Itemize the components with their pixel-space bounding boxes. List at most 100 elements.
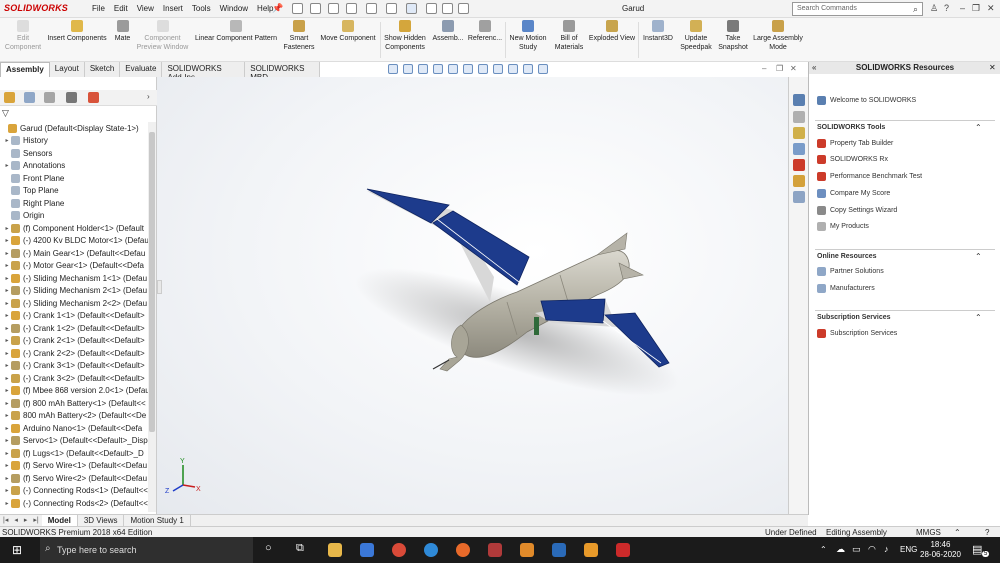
expand-arrow-icon[interactable]: ▸ [3,425,11,432]
open-folder-icon[interactable] [328,3,339,14]
display-manager-tab-icon[interactable] [88,92,99,103]
view-orientation-icon[interactable] [463,64,473,74]
expand-arrow-icon[interactable]: ▸ [3,400,11,407]
expand-arrow-icon[interactable]: ▸ [3,362,11,369]
expand-arrow-icon[interactable]: ▸ [3,475,11,482]
tree-node[interactable]: ▸ (-) Sliding Mechanism 2<2> (Defau [3,297,147,309]
resources-home-icon[interactable] [793,94,805,106]
display-style-icon[interactable] [478,64,488,74]
tree-node[interactable]: ▸ (f) Lugs<1> (Default<<Default>_D [3,447,144,459]
undo-icon[interactable] [386,3,397,14]
tree-node[interactable]: ▸ (-) Crank 1<2> (Default<<Default> [3,322,145,334]
print-icon[interactable] [366,3,377,14]
instant3d-button[interactable]: Instant3D [640,20,676,60]
wifi-icon[interactable]: ◠ [868,544,876,555]
file-explorer-icon[interactable] [793,127,805,139]
units-selector[interactable]: MMGS [916,528,941,537]
file-explorer-icon[interactable] [328,543,342,557]
section-view-icon[interactable] [433,64,443,74]
apply-scene-icon[interactable] [523,64,533,74]
firefox-icon[interactable] [456,543,470,557]
user-icon[interactable]: ♙ [930,3,938,14]
panel-collapse-handle[interactable] [157,280,162,294]
tree-node[interactable]: ▸ (-) 4200 Kv BLDC Motor<1> (Defau [3,235,148,247]
minimize-icon[interactable]: – [960,3,965,13]
compare-score-link[interactable]: Compare My Score [817,189,890,198]
options-gear-icon[interactable] [458,3,469,14]
expand-arrow-icon[interactable]: ▸ [3,387,11,394]
dimxpert-manager-tab-icon[interactable] [66,92,77,103]
battery-icon[interactable]: ▭ [852,544,861,555]
units-dropdown-icon[interactable]: ⌃ [954,528,961,537]
insert-components-button[interactable]: Insert Components [45,20,109,60]
take-snapshot-button[interactable]: Take Snapshot [716,20,750,60]
tree-node[interactable]: ▸ (-) Crank 2<2> (Default<<Default> [3,347,145,359]
tree-node[interactable]: ▸ Servo<1> (Default<<Default>_Disp [3,435,148,447]
show-hidden-tray-icon[interactable]: ⌃ [820,545,827,554]
prev-tab-icon[interactable]: ◂ [11,515,21,526]
viewport-restore-icon[interactable]: ❐ [776,64,783,73]
tab-model[interactable]: Model [41,515,78,526]
reference-geometry-button[interactable]: Referenc... [466,20,504,60]
property-tab-builder-link[interactable]: Property Tab Builder [817,139,893,148]
welcome-link[interactable]: Welcome to SOLIDWORKS [817,96,916,105]
tree-node[interactable]: Top Plane [3,185,59,197]
tab-motion-study[interactable]: Motion Study 1 [124,515,191,526]
select-arrow-icon[interactable] [406,3,417,14]
expand-arrow-icon[interactable]: ▸ [3,300,11,307]
notifications-icon[interactable]: ▤ [972,543,982,556]
solidworks-logo[interactable]: SOLIDWORKS [4,3,68,13]
previous-view-icon[interactable] [418,64,428,74]
volume-icon[interactable]: ♪ [884,544,889,554]
tab-assembly[interactable]: Assembly [0,62,50,77]
show-hidden-components-button[interactable]: Show Hidden Components [382,20,428,60]
task-view-icon[interactable]: ⧉ [296,542,304,555]
expand-arrow-icon[interactable]: ▸ [3,250,11,257]
move-component-button[interactable]: Move Component [318,20,378,60]
zoom-to-fit-icon[interactable] [388,64,398,74]
edit-component-button[interactable]: Edit Component [2,20,44,60]
app-icon[interactable] [552,543,566,557]
tree-node[interactable]: ▸ (-) Crank 2<1> (Default<<Default> [3,335,145,347]
my-products-link[interactable]: My Products [817,222,869,231]
tree-node[interactable]: ▸ (f) Servo Wire<2> (Default<<Defau [3,472,147,484]
network-icon[interactable]: ☁ [836,544,845,555]
expand-arrow-icon[interactable]: ▸ [3,375,11,382]
tab-sketch[interactable]: Sketch [84,62,121,77]
tree-node[interactable]: Sensors [3,147,52,159]
view-settings-icon[interactable] [538,64,548,74]
tree-node[interactable]: Origin [3,210,44,222]
tree-node[interactable]: Front Plane [3,172,64,184]
expand-arrow-icon[interactable]: ▸ [3,450,11,457]
assembly-features-button[interactable]: Assemb... [430,20,466,60]
appearances-icon[interactable] [793,159,805,171]
tree-node[interactable]: ▸ History [3,135,48,147]
partner-solutions-link[interactable]: Partner Solutions [817,267,884,276]
large-assembly-mode-button[interactable]: Large Assembly Mode [752,20,804,60]
home-icon[interactable] [292,3,303,14]
taskbar-search[interactable]: ⌕ Type here to search [40,537,253,563]
help-status-icon[interactable]: ? [985,528,989,537]
edge-icon[interactable] [424,543,438,557]
chrome-icon[interactable] [392,543,406,557]
file-properties-icon[interactable] [442,3,453,14]
menu-edit[interactable]: Edit [114,4,128,13]
view-palette-icon[interactable] [793,143,805,155]
component-preview-window-button[interactable]: Component Preview Window [135,20,190,60]
expand-arrow-icon[interactable]: ▸ [3,437,11,444]
viewport-close-icon[interactable]: ✕ [790,64,797,73]
tree-node[interactable]: ▸ Annotations [3,160,65,172]
save-icon[interactable] [346,3,357,14]
collapse-section-icon[interactable]: ⌃ [975,252,982,261]
benchmark-test-link[interactable]: Performance Benchmark Test [817,172,922,181]
solidworks-rx-link[interactable]: SOLIDWORKS Rx [817,155,888,164]
tree-node[interactable]: ▸ (-) Crank 1<1> (Default<<Default> [3,310,145,322]
tree-node[interactable]: ▸ (-) Crank 3<1> (Default<<Default> [3,360,145,372]
update-speedpak-button[interactable]: Update Speedpak [678,20,714,60]
hide-show-items-icon[interactable] [493,64,503,74]
windows-start-icon[interactable]: ⊞ [12,543,22,557]
tab-addins[interactable]: SOLIDWORKS Add-Ins [162,62,246,82]
menu-window[interactable]: Window [220,4,248,13]
manufacturers-link[interactable]: Manufacturers [817,284,875,293]
tab-mbd[interactable]: SOLIDWORKS MBD [245,62,320,82]
